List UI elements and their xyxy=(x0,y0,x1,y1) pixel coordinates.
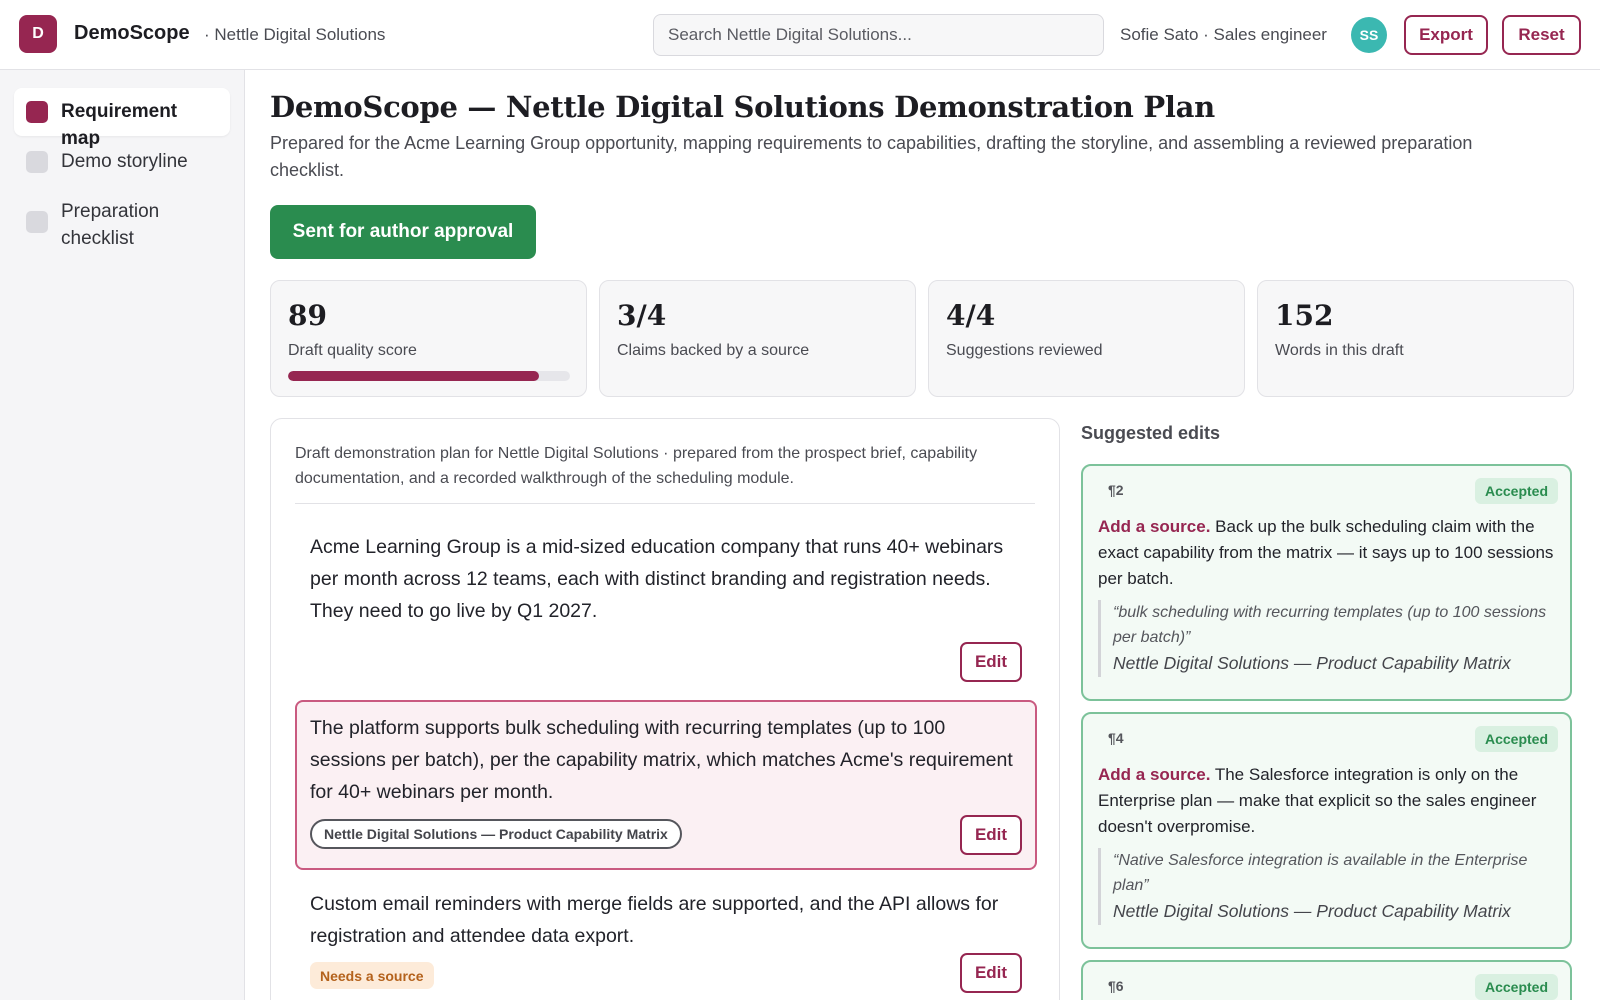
quote-source: Nettle Digital Solutions — Product Capab… xyxy=(1113,653,1511,673)
status-badge: Accepted xyxy=(1474,478,1558,504)
quality-progress-bar xyxy=(288,371,570,381)
sidebar-item-label: Preparation checklist xyxy=(61,201,160,249)
sidebar-item-preparation-checklist[interactable]: Preparation checklist xyxy=(14,188,230,258)
stat-card-suggestions: 4/4 Suggestions reviewed xyxy=(928,280,1245,397)
export-button[interactable]: Export xyxy=(1404,15,1488,55)
edit-button[interactable]: Edit xyxy=(960,642,1022,682)
quality-progress-fill xyxy=(288,371,539,381)
status-badge: Accepted xyxy=(1474,974,1558,1000)
app-name: DemoScope xyxy=(74,22,190,44)
org-name: · Nettle Digital Solutions xyxy=(204,25,386,44)
sidebar: Requirement map Demo storyline Preparati… xyxy=(0,70,245,1000)
avatar[interactable]: SS xyxy=(1351,17,1387,53)
draft-panel: Draft demonstration plan for Nettle Digi… xyxy=(270,418,1060,1000)
stat-label: Words in this draft xyxy=(1275,342,1404,359)
stat-value: 89 xyxy=(288,299,327,332)
approval-status-button[interactable]: Sent for author approval xyxy=(270,205,536,259)
sidebar-item-demo-storyline[interactable]: Demo storyline xyxy=(14,138,230,186)
quote-source: Nettle Digital Solutions — Product Capab… xyxy=(1113,901,1511,921)
sidebar-item-requirement-map[interactable]: Requirement map xyxy=(14,88,230,149)
source-quote: “bulk scheduling with recurring template… xyxy=(1098,600,1558,677)
search-input[interactable] xyxy=(653,14,1104,56)
paragraph-ref: ¶6 xyxy=(1108,978,1124,994)
source-chip[interactable]: Nettle Digital Solutions — Product Capab… xyxy=(310,819,682,849)
nav-indicator-icon xyxy=(26,151,48,173)
edit-button[interactable]: Edit xyxy=(960,815,1022,855)
top-bar: D DemoScope · Nettle Digital Solutions S… xyxy=(0,0,1600,70)
stat-value: 4/4 xyxy=(946,299,996,332)
paragraph-text: Custom email reminders with merge fields… xyxy=(310,893,999,947)
nav-indicator-icon xyxy=(26,101,48,123)
paragraph-text: Acme Learning Group is a mid-sized educa… xyxy=(310,536,1004,622)
stat-card-words: 152 Words in this draft xyxy=(1257,280,1574,397)
status-badge: Accepted xyxy=(1474,726,1558,752)
user-label: Sofie Sato · Sales engineer xyxy=(1120,25,1327,44)
reset-button[interactable]: Reset xyxy=(1502,15,1581,55)
suggestions-heading: Suggested edits xyxy=(1081,423,1221,443)
app-logo: D xyxy=(19,15,57,53)
suggestion-body: Add a source. The Salesforce integration… xyxy=(1098,762,1558,840)
stat-label: Draft quality score xyxy=(288,342,417,359)
suggestion-card[interactable]: ¶4 Accepted Add a source. The Salesforce… xyxy=(1081,712,1572,949)
nav-indicator-icon xyxy=(26,211,48,233)
suggestion-body: Add a source. Back up the bulk schedulin… xyxy=(1098,514,1558,592)
divider xyxy=(295,503,1035,504)
stat-value: 152 xyxy=(1275,299,1334,332)
edit-button[interactable]: Edit xyxy=(960,953,1022,993)
source-quote: “Native Salesforce integration is availa… xyxy=(1098,848,1558,925)
stat-label: Suggestions reviewed xyxy=(946,342,1103,359)
stat-value: 3/4 xyxy=(617,299,667,332)
quote-text: “Native Salesforce integration is availa… xyxy=(1113,852,1528,894)
suggestion-card[interactable]: ¶2 Accepted Add a source. Back up the bu… xyxy=(1081,464,1572,701)
draft-paragraph[interactable]: Custom email reminders with merge fields… xyxy=(295,876,1037,1000)
page-subtitle: Prepared for the Acme Learning Group opp… xyxy=(270,133,1473,180)
stat-label: Claims backed by a source xyxy=(617,342,810,359)
draft-paragraph[interactable]: Acme Learning Group is a mid-sized educa… xyxy=(295,519,1037,694)
sidebar-item-label: Demo storyline xyxy=(61,151,188,172)
quote-text: “bulk scheduling with recurring template… xyxy=(1113,604,1547,646)
paragraph-ref: ¶2 xyxy=(1108,482,1124,498)
paragraph-ref: ¶4 xyxy=(1108,730,1124,746)
stat-card-claims: 3/4 Claims backed by a source xyxy=(599,280,916,397)
suggestion-action: Add a source. xyxy=(1098,517,1211,536)
suggestion-action: Add a source. xyxy=(1098,765,1211,784)
stat-card-quality: 89 Draft quality score xyxy=(270,280,587,397)
paragraph-text: The platform supports bulk scheduling wi… xyxy=(310,717,1013,803)
needs-source-badge: Needs a source xyxy=(310,962,434,989)
suggestion-card[interactable]: ¶6 Accepted xyxy=(1081,960,1572,1000)
draft-paragraph-selected[interactable]: The platform supports bulk scheduling wi… xyxy=(295,700,1037,870)
draft-intro: Draft demonstration plan for Nettle Digi… xyxy=(295,445,978,487)
page-title: DemoScope — Nettle Digital Solutions Dem… xyxy=(270,90,1215,124)
